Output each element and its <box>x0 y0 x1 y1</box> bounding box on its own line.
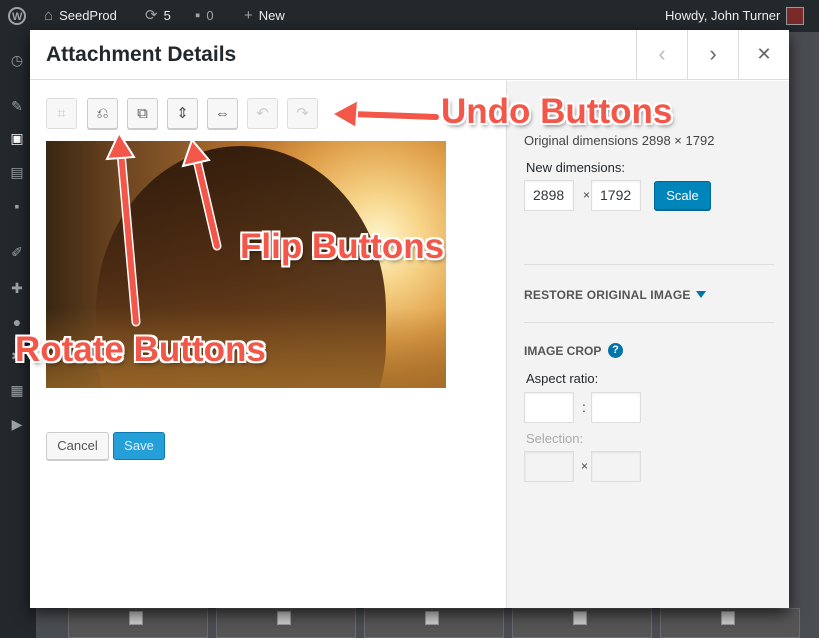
flip-vertical-button[interactable]: ⇕ <box>167 98 198 129</box>
comment-icon: ▪ <box>195 7 201 24</box>
settings-icon[interactable]: ▦ <box>9 382 25 398</box>
chevron-right-icon: › <box>709 41 717 66</box>
modal-title: Attachment Details <box>46 43 237 66</box>
plus-icon: + <box>244 7 253 24</box>
updates-count: 5 <box>163 8 171 23</box>
previous-button[interactable]: ‹ <box>636 30 687 80</box>
media-icon[interactable]: ▣ <box>9 130 25 146</box>
scale-width-input[interactable]: 2898 <box>524 180 574 211</box>
media-grid-cell <box>68 608 208 638</box>
admin-bar: ⌂ SeedProd ⟳ 5 ▪ 0 + New Howdy, John Tur… <box>0 0 819 33</box>
scale-height-input[interactable]: 1792 <box>591 180 641 211</box>
appearance-icon[interactable]: ✐ <box>9 244 25 260</box>
account-menu[interactable]: Howdy, John Turner <box>665 0 805 32</box>
new-label: New <box>258 8 285 23</box>
attachment-details-modal: Attachment Details ‹ › ✕ ⌗ ⎌ ⧉ ⇕ ⇔ ↶ ↷ C… <box>30 30 789 608</box>
wordpress-icon <box>8 1 26 33</box>
howdy-greeting: Howdy, John Turner <box>665 8 781 23</box>
image-placeholder-icon <box>573 611 587 625</box>
undo-buttons-annotation: Undo Buttons <box>441 92 673 131</box>
media-grid-cell <box>216 608 356 638</box>
redo-icon: ↷ <box>296 105 309 122</box>
scale-button[interactable]: Scale <box>654 181 711 210</box>
crop-button[interactable]: ⌗ <box>46 98 77 129</box>
selection-width-input[interactable] <box>524 451 574 482</box>
comments-count: 0 <box>206 8 214 23</box>
selection-label: Selection: <box>526 431 584 446</box>
original-dimensions: Original dimensions 2898 × 1792 <box>524 133 715 148</box>
close-button[interactable]: ✕ <box>738 30 789 80</box>
restore-original-toggle[interactable]: RESTORE ORIGINAL IMAGE <box>524 288 691 302</box>
play-icon[interactable]: ▶ <box>9 416 25 432</box>
flip-horizontal-button[interactable]: ⇔ <box>207 98 238 129</box>
flip-vertical-icon: ⇕ <box>176 105 189 122</box>
site-name-link[interactable]: ⌂ SeedProd <box>44 0 117 32</box>
crop-icon: ⌗ <box>57 105 66 122</box>
image-placeholder-icon <box>129 611 143 625</box>
aspect-ratio-width-input[interactable] <box>524 392 574 423</box>
aspect-ratio-label: Aspect ratio: <box>526 371 599 386</box>
site-name: SeedProd <box>59 8 117 23</box>
flip-buttons-annotation: Flip Buttons <box>240 227 445 266</box>
chevron-left-icon: ‹ <box>658 41 666 66</box>
redo-button[interactable]: ↷ <box>287 98 318 129</box>
undo-button[interactable]: ↶ <box>247 98 278 129</box>
image-placeholder-icon <box>425 611 439 625</box>
rotate-right-button[interactable]: ⧉ <box>127 98 158 129</box>
save-button[interactable]: Save <box>113 432 165 460</box>
cancel-button[interactable]: Cancel <box>46 432 109 460</box>
image-placeholder-icon <box>721 611 735 625</box>
avatar <box>786 7 805 25</box>
new-dimensions-label: New dimensions: <box>526 160 625 175</box>
media-grid-cell <box>364 608 504 638</box>
rotate-right-icon: ⧉ <box>137 105 148 122</box>
plugins-icon[interactable]: ✚ <box>9 280 25 296</box>
caret-down-icon[interactable] <box>696 291 706 298</box>
aspect-ratio-height-input[interactable] <box>591 392 641 423</box>
comments-link[interactable]: ▪ 0 <box>195 0 214 32</box>
comments-menu-icon[interactable]: ▪ <box>9 198 25 214</box>
close-icon: ✕ <box>756 44 772 64</box>
image-crop-title: IMAGE CROP <box>524 344 602 358</box>
undo-icon: ↶ <box>256 105 269 122</box>
updates-icon: ⟳ <box>145 7 158 24</box>
image-settings-panel: Original dimensions 2898 × 1792 New dime… <box>506 81 789 608</box>
rotate-left-button[interactable]: ⎌ <box>87 98 118 129</box>
aspect-separator: : <box>582 399 586 415</box>
next-button[interactable]: › <box>687 30 738 80</box>
divider <box>524 264 774 265</box>
users-icon[interactable]: ● <box>9 314 25 330</box>
modal-header: Attachment Details ‹ › ✕ <box>30 30 789 80</box>
help-icon[interactable]: ? <box>608 343 623 358</box>
home-icon: ⌂ <box>44 7 54 24</box>
dimension-separator: × <box>583 188 591 202</box>
wordpress-logo[interactable] <box>8 0 26 33</box>
rotate-buttons-annotation: Rotate Buttons <box>15 330 266 369</box>
flip-horizontal-icon: ⇔ <box>215 105 230 122</box>
updates-link[interactable]: ⟳ 5 <box>145 0 171 32</box>
media-grid-cell <box>512 608 652 638</box>
divider <box>524 322 774 323</box>
pin-icon[interactable]: ✎ <box>9 98 25 114</box>
image-placeholder-icon <box>277 611 291 625</box>
selection-separator: × <box>581 459 589 473</box>
selection-height-input[interactable] <box>591 451 641 482</box>
pages-icon[interactable]: ▤ <box>9 164 25 180</box>
new-content-link[interactable]: + New <box>244 0 285 32</box>
dashboard-icon[interactable]: ◷ <box>9 52 25 68</box>
rotate-left-icon: ⎌ <box>96 105 109 122</box>
media-grid-cell <box>660 608 800 638</box>
